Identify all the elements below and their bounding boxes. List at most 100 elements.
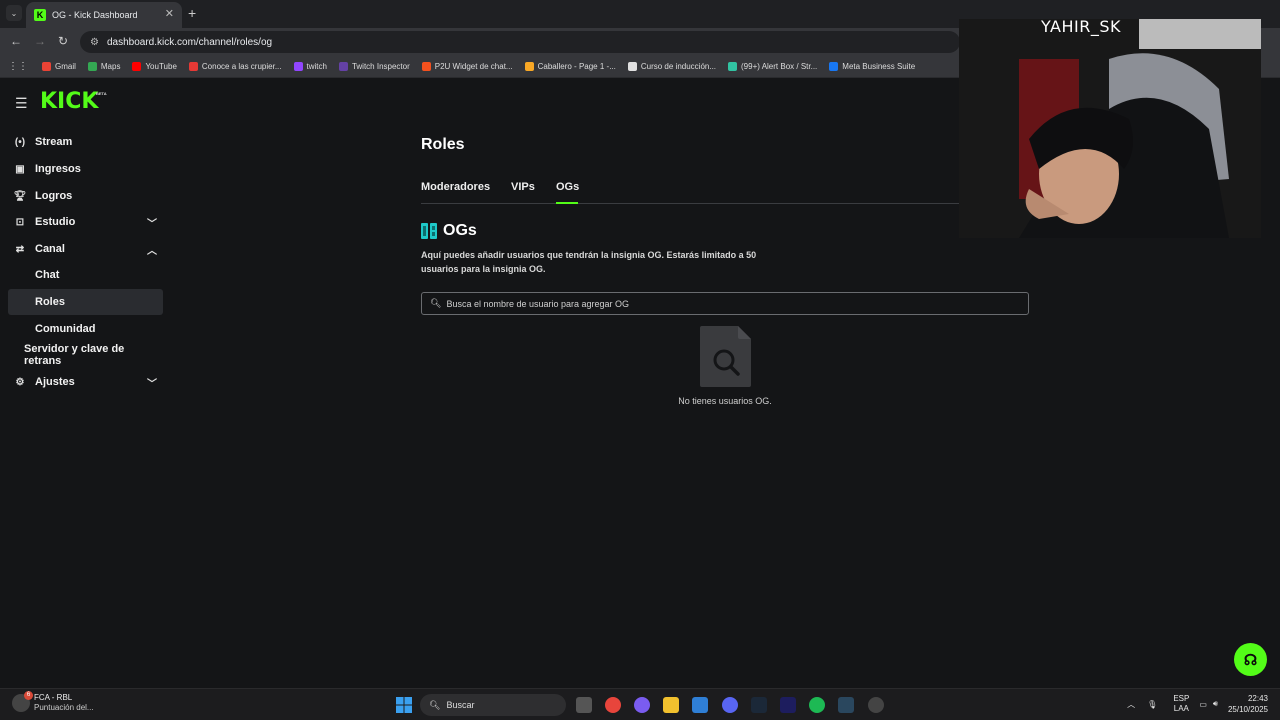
obs-icon[interactable] xyxy=(868,697,884,713)
sidebar-item-label: Servidor y clave de retrans xyxy=(24,343,125,367)
chrome-icon[interactable] xyxy=(605,697,621,713)
microphone-icon[interactable]: 🎙︎ xyxy=(1147,700,1157,709)
address-bar[interactable]: ⚙ dashboard.kick.com/channel/roles/og xyxy=(80,31,960,53)
premiere-icon[interactable] xyxy=(780,697,796,713)
tab-search-icon[interactable]: ⌄ xyxy=(6,5,22,21)
bookmark-item[interactable]: Caballero - Page 1 -... xyxy=(524,62,616,71)
menu-icon[interactable]: ☰ xyxy=(15,95,28,112)
apps-icon[interactable]: ⋮⋮ xyxy=(8,61,28,72)
windows-start-icon[interactable] xyxy=(396,697,412,713)
bookmark-label: (99+) Alert Box / Str... xyxy=(741,62,818,71)
chart-icon: ▣ xyxy=(15,163,25,175)
bookmark-favicon-icon xyxy=(421,62,431,71)
kick-favicon-icon: K xyxy=(34,9,46,21)
network-icon[interactable]: ▭ xyxy=(1199,700,1207,709)
file-explorer-icon[interactable] xyxy=(663,697,679,713)
sidebar-item-label: Stream xyxy=(35,136,73,148)
sidebar-subitem-roles[interactable]: Roles xyxy=(8,289,163,315)
sports-icon: 6 xyxy=(12,690,33,712)
widget-subtitle: Puntuación del... xyxy=(34,703,94,712)
clock-time: 22:43 xyxy=(1247,694,1268,703)
sidebar-subitem-comunidad[interactable]: Comunidad xyxy=(8,316,163,342)
studio-icon: ⊡ xyxy=(15,216,25,228)
tab-title: OG - Kick Dashboard xyxy=(52,10,138,20)
chevron-down-icon: ﹀ xyxy=(147,218,157,230)
bookmark-item[interactable]: Gmail xyxy=(42,62,76,71)
windows-taskbar: 6 FCA - RBL Puntuación del... 🔍︎ Buscar … xyxy=(0,688,1280,720)
bookmark-label: Maps xyxy=(100,62,121,71)
browser-tab[interactable]: K OG - Kick Dashboard ✕ xyxy=(26,2,182,28)
tab-vips[interactable]: VIPs xyxy=(511,181,535,193)
bookmark-item[interactable]: (99+) Alert Box / Str... xyxy=(728,62,817,71)
tab-moderadores[interactable]: Moderadores xyxy=(421,181,490,193)
bookmark-item[interactable]: Twitch Inspector xyxy=(338,62,410,71)
steam-icon[interactable] xyxy=(751,697,767,713)
bookmark-item[interactable]: Meta Business Suite xyxy=(829,62,915,71)
taskbar-search-label: Buscar xyxy=(446,700,475,710)
bookmark-favicon-icon xyxy=(524,62,534,71)
close-tab-icon[interactable]: ✕ xyxy=(165,7,174,20)
sidebar-item-label: Canal xyxy=(35,243,65,255)
sidebar-item-stream[interactable]: (•) Stream xyxy=(8,129,163,155)
bookmark-item[interactable]: Conoce a las crupier... xyxy=(188,62,282,71)
page-title: Roles xyxy=(421,136,465,153)
bookmark-item[interactable]: YouTube xyxy=(132,62,177,71)
bookmark-favicon-icon xyxy=(338,62,348,71)
bookmark-label: Curso de inducción... xyxy=(640,62,717,71)
empty-document-icon xyxy=(700,326,751,387)
chevron-down-icon: ﹀ xyxy=(147,378,157,390)
bookmark-label: Meta Business Suite xyxy=(842,62,916,71)
bookmark-favicon-icon xyxy=(132,62,142,71)
task-view-icon[interactable] xyxy=(576,697,592,713)
bookmark-label: P2U Widget de chat... xyxy=(434,62,513,71)
og-search-input[interactable]: 🔍︎ Busca el nombre de usuario para agreg… xyxy=(421,292,1029,315)
bookmark-favicon-icon xyxy=(293,62,303,71)
channel-icon: ⇄ xyxy=(15,243,25,255)
site-info-icon[interactable]: ⚙ xyxy=(90,37,99,48)
kick-logo[interactable]: KICK xyxy=(40,89,98,114)
bookmark-item[interactable]: Maps xyxy=(87,62,121,71)
sidebar-item-label: Roles xyxy=(35,296,65,308)
bookmark-item[interactable]: P2U Widget de chat... xyxy=(421,62,513,71)
clock[interactable]: 22:43 25/10/2025 xyxy=(1228,693,1268,715)
webcam-overlay: YAHIR_SK xyxy=(959,19,1261,238)
copilot-icon[interactable] xyxy=(634,697,650,713)
bookmark-item[interactable]: Curso de inducción... xyxy=(627,62,717,71)
sidebar-item-label: Ingresos xyxy=(35,163,81,175)
sidebar-item-stream-key[interactable]: Servidor y clave de retrans xyxy=(8,342,163,368)
bookmark-favicon-icon xyxy=(87,62,97,71)
section-description: Aquí puedes añadir usuarios que tendrán … xyxy=(421,250,757,274)
sidebar-item-canal[interactable]: ⇄ Canal ︿ xyxy=(8,236,163,262)
active-tab-indicator xyxy=(556,202,578,204)
discord-icon[interactable] xyxy=(722,697,738,713)
sidebar-item-label: Logros xyxy=(35,190,73,202)
sidebar-item-estudio[interactable]: ⊡ Estudio ﹀ xyxy=(8,209,163,235)
help-button[interactable]: ☊ xyxy=(1234,643,1267,676)
reload-icon[interactable]: ↻ xyxy=(58,34,68,48)
sidebar-item-ingresos[interactable]: ▣ Ingresos xyxy=(8,156,163,182)
system-tray: ︿ 🎙︎ ESP LAA ▭ 🔊︎ 22:43 25/10/2025 xyxy=(1127,693,1268,715)
new-tab-button[interactable]: + xyxy=(188,5,196,21)
gear-icon: ⚙ xyxy=(15,376,25,388)
taskbar-search[interactable]: 🔍︎ Buscar xyxy=(420,694,566,716)
sidebar-item-ajustes[interactable]: ⚙ Ajustes ﹀ xyxy=(8,369,163,395)
language-indicator[interactable]: ESP LAA xyxy=(1173,694,1189,714)
weather-widget[interactable]: 6 FCA - RBL Puntuación del... xyxy=(12,690,94,712)
spotify-icon[interactable] xyxy=(809,697,825,713)
store-icon[interactable] xyxy=(692,697,708,713)
bookmark-favicon-icon xyxy=(829,62,839,71)
notification-badge: 6 xyxy=(24,690,33,700)
sidebar-subitem-chat[interactable]: Chat xyxy=(8,262,163,288)
forward-icon[interactable]: → xyxy=(34,34,46,48)
volume-icon[interactable]: 🔊︎ xyxy=(1213,699,1218,709)
steam-alt-icon[interactable] xyxy=(838,697,854,713)
sidebar-item-logros[interactable]: 🏆︎ Logros xyxy=(8,183,163,209)
bookmark-favicon-icon xyxy=(728,62,738,71)
back-icon[interactable]: ← xyxy=(10,34,22,48)
bookmark-item[interactable]: twitch xyxy=(293,62,327,71)
chevron-up-icon[interactable]: ︿ xyxy=(1127,699,1135,710)
bookmark-label: Gmail xyxy=(55,62,76,71)
tab-ogs[interactable]: OGs xyxy=(556,181,579,193)
broadcast-icon: (•) xyxy=(14,136,26,148)
bookmark-label: Caballero - Page 1 -... xyxy=(537,62,616,71)
